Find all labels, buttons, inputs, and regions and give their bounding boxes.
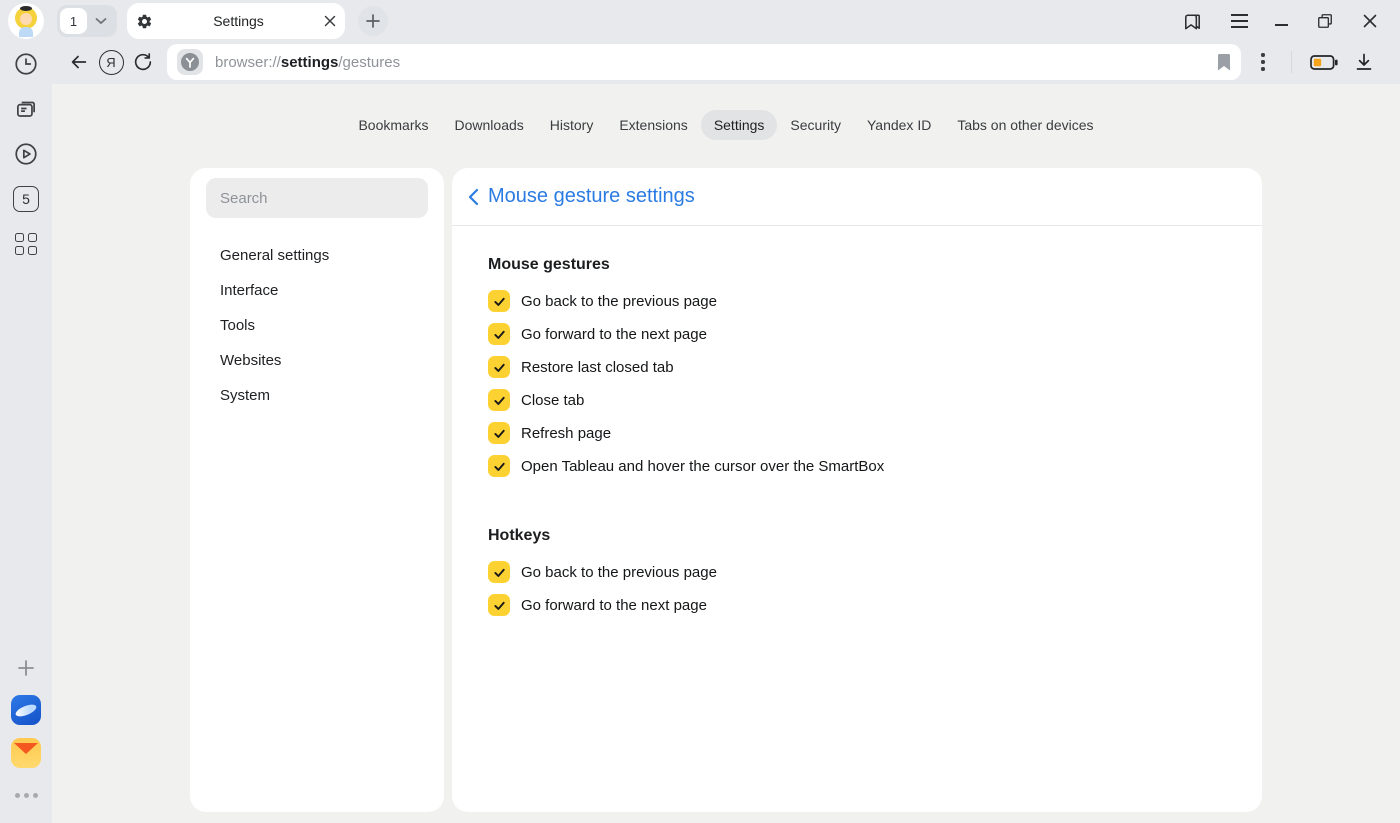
add-panel-plus-icon[interactable] — [12, 654, 40, 682]
setting-go-back-to-the-previous-page[interactable]: Go back to the previous page — [488, 290, 1226, 312]
setting-label: Close tab — [521, 392, 584, 409]
settings-sections: Mouse gestures Go back to the previous p… — [452, 226, 1262, 616]
sidebar-item-system[interactable]: System — [206, 378, 428, 413]
avatar-dress — [19, 27, 33, 37]
settings-page: BookmarksDownloadsHistoryExtensionsSetti… — [52, 84, 1400, 823]
sidebar-item-general-settings[interactable]: General settings — [206, 238, 428, 273]
settings-sidebar: General settingsInterfaceToolsWebsitesSy… — [190, 168, 444, 812]
setting-label: Go forward to the next page — [521, 326, 707, 343]
refresh-icon[interactable] — [127, 46, 159, 78]
setting-label: Go forward to the next page — [521, 597, 707, 614]
gear-icon — [136, 13, 153, 30]
setting-label: Go back to the previous page — [521, 293, 717, 310]
setting-restore-last-closed-tab[interactable]: Restore last closed tab — [488, 356, 1226, 378]
checkbox-checked-icon[interactable] — [488, 422, 510, 444]
new-tab-button[interactable] — [358, 6, 388, 36]
nav-tab-tabs-on-other-devices[interactable]: Tabs on other devices — [944, 110, 1106, 140]
window-restore-button[interactable] — [1315, 11, 1335, 31]
five-badge-icon[interactable]: 5 — [12, 185, 40, 213]
tab-title: Settings — [153, 13, 324, 29]
url-scheme: browser:// — [215, 54, 281, 71]
window-minimize-button[interactable] — [1275, 16, 1288, 26]
checkbox-checked-icon[interactable] — [488, 561, 510, 583]
tab-counter[interactable]: 1 — [57, 5, 117, 37]
setting-go-back-to-the-previous-page[interactable]: Go back to the previous page — [488, 561, 1226, 583]
setting-open-tableau-and-hover-the-cursor-over-the-smartbox[interactable]: Open Tableau and hover the cursor over t… — [488, 455, 1226, 477]
badge-count: 5 — [13, 186, 39, 212]
section-heading: Hotkeys — [488, 527, 1226, 545]
sidebar-item-interface[interactable]: Interface — [206, 273, 428, 308]
section-heading: Mouse gestures — [488, 256, 1226, 274]
downloads-icon[interactable] — [1344, 52, 1384, 72]
window-close-button[interactable] — [1362, 13, 1378, 29]
active-tab[interactable]: Settings — [127, 3, 345, 39]
back-chevron-icon[interactable] — [468, 188, 479, 206]
nav-tab-yandex-id[interactable]: Yandex ID — [854, 110, 944, 140]
setting-go-forward-to-the-next-page[interactable]: Go forward to the next page — [488, 323, 1226, 345]
history-clock-icon[interactable] — [12, 50, 40, 78]
setting-label: Go back to the previous page — [521, 564, 717, 581]
yandex-glyph: Я — [99, 50, 124, 75]
avatar-headband — [20, 6, 32, 11]
nav-tab-security[interactable]: Security — [777, 110, 854, 140]
nav-tab-extensions[interactable]: Extensions — [606, 110, 700, 140]
browser-chrome: 1 Settings — [52, 0, 1400, 84]
feed-icon[interactable] — [12, 95, 40, 123]
sidebar-item-websites[interactable]: Websites — [206, 343, 428, 378]
url-host: settings — [281, 54, 339, 71]
url-text: browser://settings/gestures — [215, 54, 400, 71]
apps-grid-icon[interactable] — [12, 230, 40, 258]
checkbox-checked-icon[interactable] — [488, 290, 510, 312]
play-icon[interactable] — [12, 140, 40, 168]
search-input[interactable] — [206, 178, 428, 218]
side-rail: 5 — [0, 0, 52, 823]
tab-close-icon[interactable] — [324, 15, 336, 27]
settings-page-favicon — [177, 49, 203, 75]
toolbar-divider — [1291, 51, 1292, 73]
checkbox-checked-icon[interactable] — [488, 389, 510, 411]
mail-icon[interactable] — [11, 738, 41, 768]
section-mouse-gestures: Mouse gestures Go back to the previous p… — [488, 256, 1226, 477]
checkbox-checked-icon[interactable] — [488, 356, 510, 378]
sidebar-item-tools[interactable]: Tools — [206, 308, 428, 343]
sidebar-list: General settingsInterfaceToolsWebsitesSy… — [206, 238, 428, 413]
setting-go-forward-to-the-next-page[interactable]: Go forward to the next page — [488, 594, 1226, 616]
nav-tab-downloads[interactable]: Downloads — [442, 110, 537, 140]
setting-close-tab[interactable]: Close tab — [488, 389, 1226, 411]
setting-refresh-page[interactable]: Refresh page — [488, 422, 1226, 444]
avatar-face — [20, 13, 32, 25]
nav-tab-bookmarks[interactable]: Bookmarks — [345, 110, 441, 140]
url-path: /gestures — [338, 54, 400, 71]
bookmarks-panel-icon[interactable] — [1181, 10, 1204, 33]
checkbox-checked-icon[interactable] — [488, 455, 510, 477]
setting-label: Refresh page — [521, 425, 611, 442]
settings-main: Mouse gesture settings Mouse gestures Go… — [452, 168, 1262, 812]
nav-tabs: BookmarksDownloadsHistoryExtensionsSetti… — [52, 84, 1400, 166]
setting-label: Restore last closed tab — [521, 359, 674, 376]
profile-avatar[interactable] — [8, 3, 44, 39]
menu-hamburger-icon[interactable] — [1231, 14, 1248, 27]
more-ellipsis-icon[interactable] — [12, 781, 40, 809]
bookmark-flag-icon[interactable] — [1217, 54, 1231, 71]
address-bar[interactable]: browser://settings/gestures — [167, 44, 1241, 80]
more-options-kebab-icon[interactable] — [1247, 53, 1279, 70]
checkbox-checked-icon[interactable] — [488, 323, 510, 345]
setting-label: Open Tableau and hover the cursor over t… — [521, 458, 884, 475]
yandex-search-icon[interactable]: Я — [95, 46, 127, 78]
tab-count: 1 — [60, 8, 87, 34]
browser-window: 5 1 — [0, 0, 1400, 823]
section-hotkeys: Hotkeys Go back to the previous page Go … — [488, 527, 1226, 616]
back-header[interactable]: Mouse gesture settings — [452, 168, 1262, 226]
page-title: Mouse gesture settings — [488, 185, 695, 208]
battery-saver-icon[interactable] — [1304, 55, 1344, 70]
checkbox-checked-icon[interactable] — [488, 594, 510, 616]
yandex-browser-icon[interactable] — [11, 695, 41, 725]
nav-tab-history[interactable]: History — [537, 110, 607, 140]
nav-tab-settings[interactable]: Settings — [701, 110, 778, 140]
back-arrow-icon[interactable] — [63, 46, 95, 78]
chevron-down-icon — [87, 17, 115, 25]
